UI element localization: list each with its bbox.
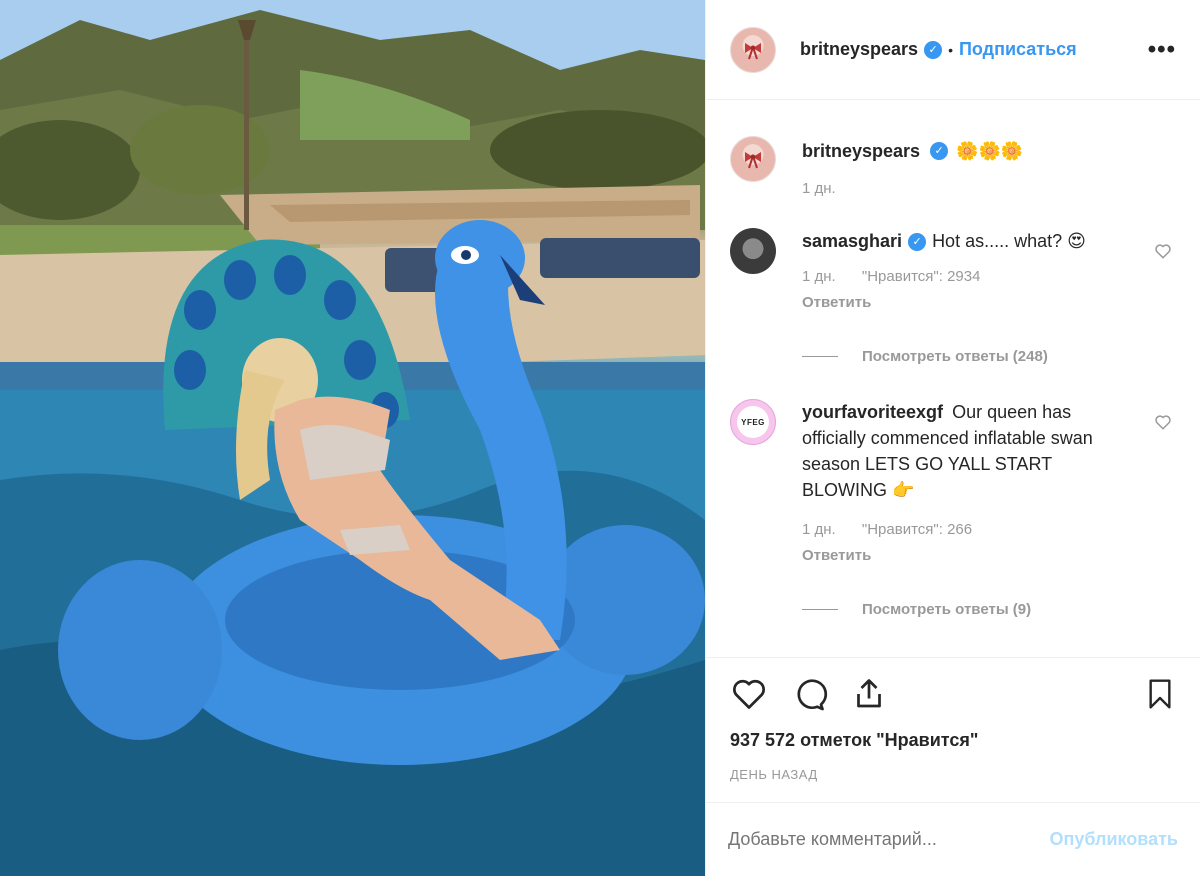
caption-meta: 1 дн.: [802, 176, 1023, 202]
view-replies-button[interactable]: Посмотреть ответы (9): [802, 601, 1176, 618]
commenter-avatar[interactable]: YFEG: [730, 399, 776, 445]
bow-icon: [745, 152, 761, 169]
comment-age: 1 дн.: [802, 268, 836, 285]
comment-item: samasghari ✓ Hot as..... what? 😍 1 дн. "Нр…: [730, 228, 1176, 316]
post-header: britneyspears ✓ • Подписаться •••: [706, 0, 1200, 100]
caption-body: britneyspears ✓ 🌼🌼🌼 1 дн.: [802, 136, 1023, 202]
comment-likes[interactable]: "Нравится": 266: [862, 521, 972, 538]
more-options-icon[interactable]: •••: [1148, 36, 1176, 64]
comment-input[interactable]: [728, 829, 1050, 850]
commenter-avatar[interactable]: [730, 228, 776, 274]
verified-badge-icon: ✓: [930, 142, 949, 160]
post-timestamp: ДЕНЬ НАЗАД: [730, 767, 818, 782]
comment-item: YFEG yourfavoriteexgf Our queen has offi…: [730, 399, 1176, 569]
verified-badge-icon: ✓: [924, 40, 943, 59]
view-replies-label: Посмотреть ответы (9): [862, 601, 1032, 618]
caption-text: 🌼🌼🌼: [956, 141, 1024, 161]
publish-button[interactable]: Опубликовать: [1049, 829, 1178, 850]
add-comment-bar: Опубликовать: [706, 802, 1200, 876]
view-replies-button[interactable]: Посмотреть ответы (248): [802, 348, 1176, 365]
view-replies-line: [802, 609, 838, 610]
comment-meta: 1 дн. "Нравится": 266: [802, 517, 1132, 543]
bow-icon: [745, 42, 761, 59]
comment-body: samasghari ✓ Hot as..... what? 😍 1 дн. "Нр…: [802, 228, 1122, 316]
verified-badge-icon: ✓: [908, 233, 927, 252]
view-replies-label: Посмотреть ответы (248): [862, 348, 1048, 365]
post-actions: 937 572 отметок "Нравится" ДЕНЬ НАЗАД: [706, 657, 1200, 802]
caption-age: 1 дн.: [802, 180, 836, 197]
comment-username[interactable]: samasghari: [802, 231, 902, 251]
author-avatar[interactable]: [730, 26, 776, 73]
comment-like-heart-icon[interactable]: [1154, 413, 1172, 431]
comment-like-heart-icon[interactable]: [1154, 242, 1172, 260]
reply-button[interactable]: Ответить: [802, 543, 1132, 569]
share-icon[interactable]: [850, 676, 888, 712]
reply-button[interactable]: Ответить: [802, 290, 1122, 316]
comment-likes[interactable]: "Нравится": 2934: [862, 268, 981, 285]
separator-dot: •: [948, 41, 953, 58]
comment-meta: 1 дн. "Нравится": 2934: [802, 264, 1122, 290]
comments-list[interactable]: britneyspears ✓ 🌼🌼🌼 1 дн. samasghari ✓ Hot…: [706, 100, 1200, 657]
comment-username[interactable]: yourfavoriteexgf: [802, 402, 943, 422]
avatar-logo: YFEG: [737, 406, 769, 438]
action-icons: [730, 674, 1176, 714]
caption-avatar[interactable]: [730, 136, 776, 182]
comment-body: yourfavoriteexgf Our queen has officiall…: [802, 399, 1132, 569]
like-heart-icon[interactable]: [730, 676, 768, 712]
comment-age: 1 дн.: [802, 521, 836, 538]
instagram-post: britneyspears ✓ • Подписаться ••• britne…: [0, 0, 1200, 876]
pool-scene-illustration: [0, 0, 705, 876]
view-replies-line: [802, 356, 838, 357]
likes-count[interactable]: 937 572 отметок "Нравится": [730, 730, 1176, 751]
caption-username[interactable]: britneyspears: [802, 138, 920, 164]
comment-text: Hot as..... what? 😍: [932, 231, 1086, 251]
caption-row: britneyspears ✓ 🌼🌼🌼 1 дн.: [730, 136, 1176, 202]
header-author-line: britneyspears ✓ • Подписаться: [800, 39, 1077, 60]
post-side-panel: britneyspears ✓ • Подписаться ••• britne…: [705, 0, 1200, 876]
follow-button[interactable]: Подписаться: [959, 39, 1077, 60]
author-username[interactable]: britneyspears: [800, 39, 918, 60]
post-photo[interactable]: [0, 0, 705, 876]
comment-bubble-icon[interactable]: [790, 676, 828, 712]
bookmark-icon[interactable]: [1144, 676, 1176, 712]
